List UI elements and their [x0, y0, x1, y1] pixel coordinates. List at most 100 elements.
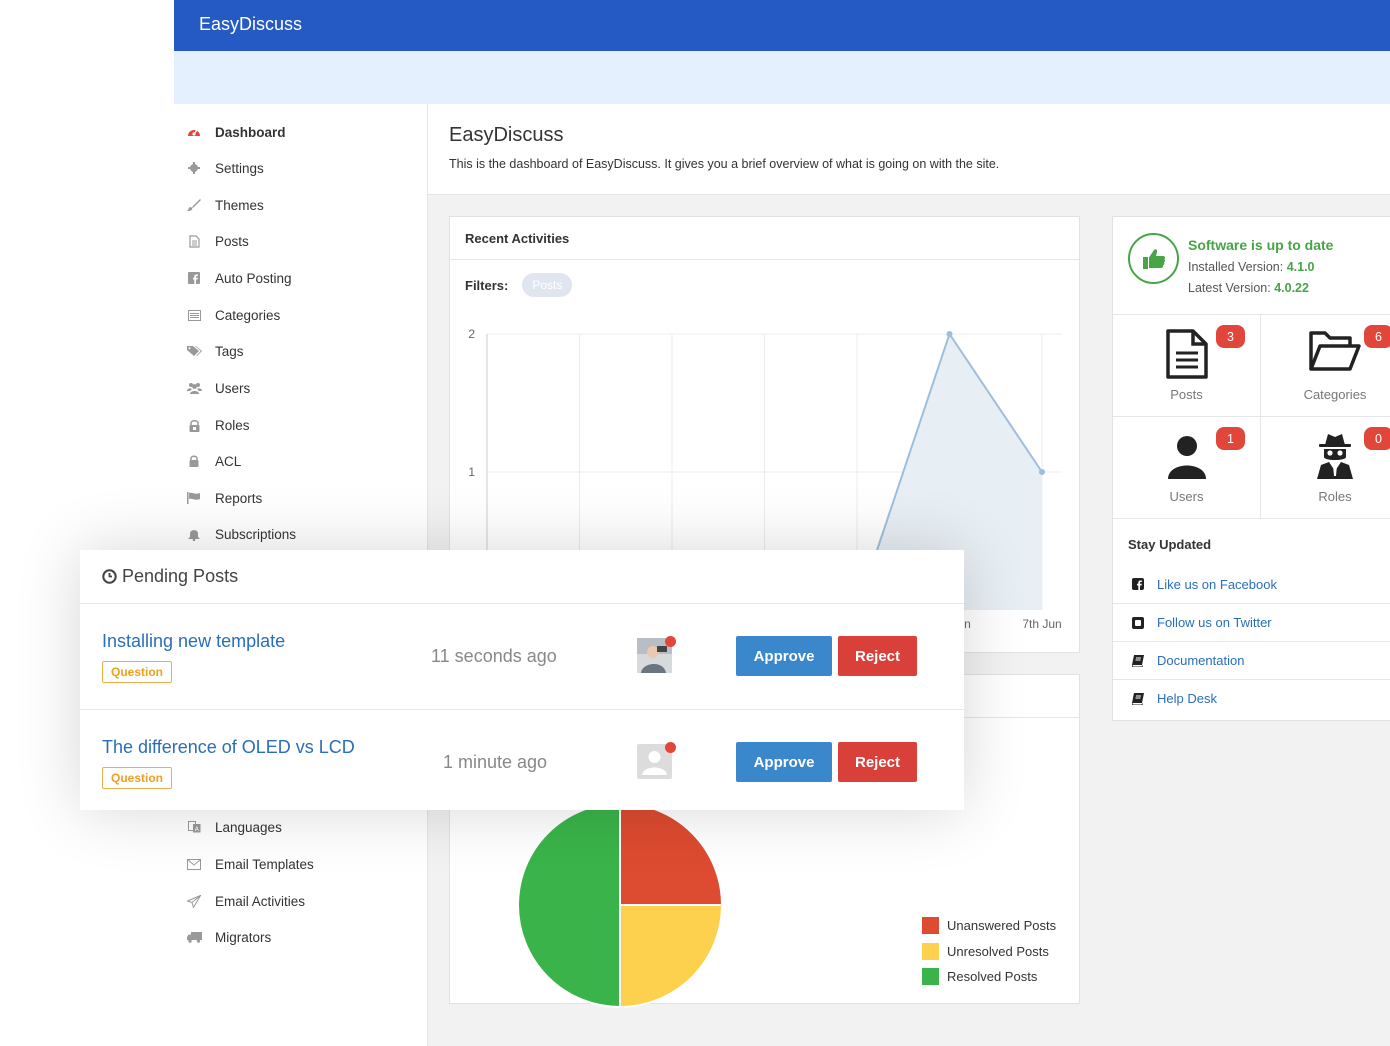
tile-categories[interactable]: 6 Categories	[1261, 315, 1390, 417]
post-time: 11 seconds ago	[431, 646, 557, 666]
link-label: Follow us on Twitter	[1157, 615, 1272, 630]
sidebar-item-roles[interactable]: Roles	[186, 413, 250, 437]
filters-label: Filters:	[465, 277, 509, 293]
sidebar-item-tags[interactable]: Tags	[186, 339, 244, 363]
top-bar: EasyDiscuss	[174, 0, 1390, 51]
post-type-tag: Question	[102, 661, 173, 683]
sidebar-item-settings[interactable]: Settings	[186, 156, 264, 180]
book-icon	[1131, 692, 1144, 705]
sidebar-item-categories[interactable]: Categories	[186, 303, 280, 327]
legend-item: Resolved Posts	[922, 964, 1056, 990]
language-icon: A	[186, 819, 202, 835]
tile-posts[interactable]: 3 Posts	[1113, 315, 1261, 417]
sub-header-bar	[174, 51, 1390, 104]
sidebar-item-label: Languages	[215, 819, 282, 835]
post-title-link[interactable]: Installing new template	[102, 631, 285, 652]
y-tick-label: 1	[468, 465, 475, 479]
sidebar-item-migrators[interactable]: Migrators	[186, 925, 271, 949]
pending-posts-title: Pending Posts	[102, 566, 238, 587]
tile-roles[interactable]: 0 Roles	[1261, 417, 1390, 519]
tile-label: Posts	[1170, 387, 1203, 402]
pending-post-row: Installing new template Question 11 seco…	[80, 604, 964, 710]
pending-posts-panel: Pending Posts Installing new template Qu…	[80, 550, 964, 810]
tags-icon	[186, 343, 202, 359]
twitter-square-icon	[1131, 616, 1144, 629]
x-tick-label: 7th Jun	[1022, 617, 1061, 631]
online-indicator	[665, 742, 676, 753]
pending-post-row: The difference of OLED vs LCD Question 1…	[80, 710, 964, 816]
data-point	[946, 331, 953, 337]
truck-icon	[186, 929, 202, 945]
posts-count-badge: 3	[1216, 325, 1245, 348]
sidebar-item-label: Themes	[215, 197, 264, 213]
legend-item: Unanswered Posts	[922, 913, 1056, 939]
sidebar-item-label: Roles	[215, 417, 250, 433]
sidebar-item-acl[interactable]: ACL	[186, 449, 241, 473]
lock-icon	[186, 453, 202, 469]
tile-label: Roles	[1318, 489, 1352, 504]
stay-updated-title: Stay Updated	[1128, 537, 1212, 552]
link-twitter[interactable]: Follow us on Twitter	[1113, 603, 1390, 641]
list-icon	[186, 307, 202, 323]
facebook-icon	[186, 270, 202, 286]
document-icon	[1165, 329, 1209, 384]
link-documentation[interactable]: Documentation	[1113, 641, 1390, 679]
sidebar-item-label: ACL	[215, 453, 242, 469]
legend-swatch-resolved	[922, 968, 939, 986]
data-point	[1039, 469, 1045, 475]
card-title: Recent Activities	[465, 231, 570, 246]
sidebar-item-posts[interactable]: Posts	[186, 229, 249, 253]
link-label: Like us on Facebook	[1157, 576, 1277, 592]
folder-open-icon	[1308, 329, 1362, 378]
sidebar-item-dashboard[interactable]: Dashboard	[186, 120, 286, 144]
link-help-desk[interactable]: Help Desk	[1113, 679, 1390, 717]
sidebar-item-label: Posts	[215, 233, 249, 249]
sidebar-item-languages[interactable]: A Languages	[186, 815, 282, 839]
sidebar-item-reports[interactable]: Reports	[186, 486, 262, 510]
post-title-link[interactable]: The difference of OLED vs LCD	[102, 737, 355, 758]
app-window: EasyDiscuss Dashboard Settings Themes Po…	[174, 0, 1390, 1046]
user-icon	[1167, 435, 1207, 484]
sidebar-item-email-activities[interactable]: Email Activities	[186, 889, 305, 913]
filter-pill-posts[interactable]: Posts	[522, 273, 573, 297]
page-description: This is the dashboard of EasyDiscuss. It…	[449, 157, 1000, 171]
post-status-pie-chart	[517, 801, 724, 1009]
sidebar-item-themes[interactable]: Themes	[186, 193, 264, 217]
document-icon	[186, 233, 202, 249]
reject-button[interactable]: Reject	[838, 742, 917, 782]
sidebar-item-label: Categories	[215, 307, 281, 323]
link-label: Documentation	[1157, 653, 1245, 668]
approve-button[interactable]: Approve	[736, 742, 832, 782]
tile-users[interactable]: 1 Users	[1113, 417, 1261, 519]
sidebar-item-auto-posting[interactable]: Auto Posting	[186, 266, 292, 290]
sidebar-item-label: Reports	[215, 490, 263, 506]
sidebar-item-users[interactable]: Users	[186, 376, 250, 400]
sidebar-item-email-templates[interactable]: Email Templates	[186, 852, 314, 876]
sidebar-item-label: Email Activities	[215, 893, 306, 909]
link-label: Help Desk	[1157, 691, 1217, 706]
link-facebook[interactable]: Like us on Facebook	[1113, 565, 1390, 603]
bell-icon	[186, 526, 202, 542]
page-title: EasyDiscuss	[449, 124, 564, 146]
sidebar-item-label: Users	[215, 380, 251, 396]
pie-slice-resolved-posts	[517, 801, 621, 1009]
brand-logo-text[interactable]: EasyDiscuss	[199, 14, 302, 35]
tile-label: Categories	[1303, 387, 1367, 402]
sidebar-item-label: Settings	[215, 160, 264, 176]
legend-item: Unresolved Posts	[922, 939, 1056, 965]
sidebar-item-label: Dashboard	[215, 124, 286, 140]
online-indicator	[665, 636, 676, 647]
gear-icon	[186, 160, 202, 176]
spy-icon	[1315, 431, 1355, 484]
pie-slice-unresolved-posts	[619, 904, 724, 1009]
paper-plane-icon	[186, 893, 202, 909]
envelope-icon	[186, 856, 202, 872]
flag-icon	[186, 490, 202, 506]
sidebar-item-subscriptions[interactable]: Subscriptions	[186, 522, 296, 546]
categories-count-badge: 6	[1364, 325, 1390, 348]
reject-button[interactable]: Reject	[838, 636, 917, 676]
sidebar-item-label: Migrators	[215, 929, 272, 945]
page-header: EasyDiscuss This is the dashboard of Eas…	[428, 104, 1390, 195]
approve-button[interactable]: Approve	[736, 636, 832, 676]
dashboard-icon	[186, 124, 202, 140]
